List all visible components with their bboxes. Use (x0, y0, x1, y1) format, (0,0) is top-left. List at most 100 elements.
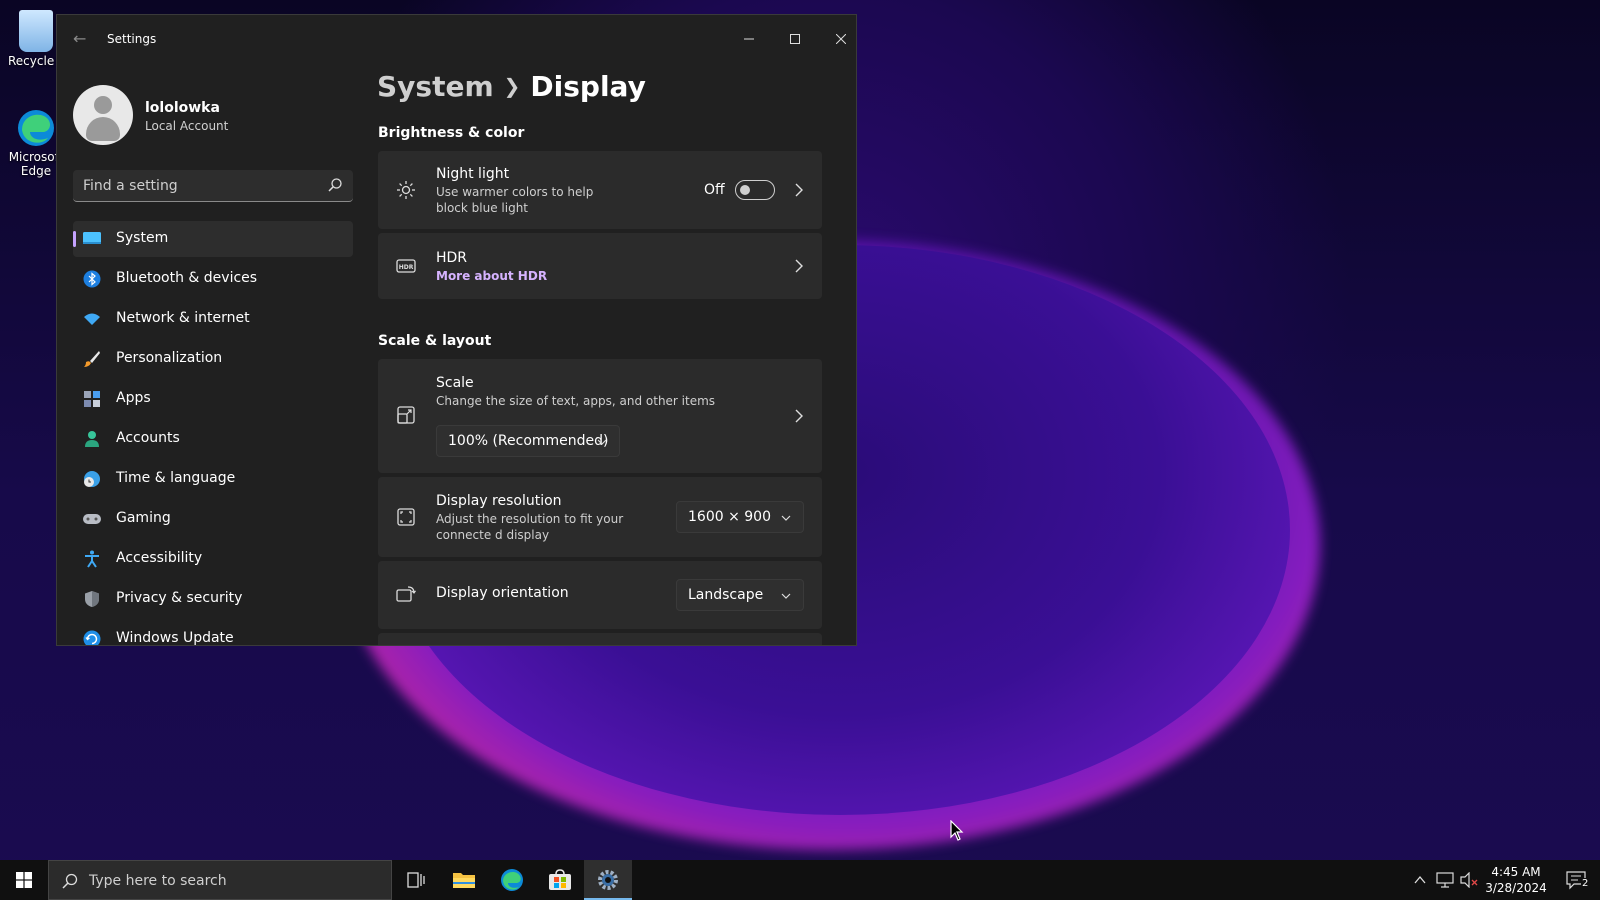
sidebar-item-bluetooth[interactable]: Bluetooth & devices (73, 261, 353, 297)
scale-dropdown-value: 100% (Recommended) (448, 433, 609, 449)
sidebar-nav: System Bluetooth & devices Network & int… (73, 221, 353, 646)
sidebar-item-network[interactable]: Network & internet (73, 301, 353, 337)
store-icon (549, 869, 571, 890)
start-button[interactable] (0, 860, 48, 900)
sidebar-item-label: Accounts (116, 430, 180, 446)
shield-icon (85, 591, 99, 607)
edge-taskbar-button[interactable] (488, 860, 536, 900)
profile-account-type: Local Account (145, 119, 229, 133)
chevron-right-icon[interactable] (794, 183, 804, 197)
section-heading-scale-layout: Scale & layout (378, 333, 492, 349)
folder-icon (453, 873, 475, 888)
settings-search[interactable] (73, 170, 353, 202)
store-button[interactable] (536, 860, 584, 900)
night-light-title: Night light (436, 166, 510, 182)
resolution-icon (397, 508, 415, 526)
night-light-state: Off (704, 182, 725, 198)
accessibility-icon (85, 550, 99, 568)
scale-description: Change the size of text, apps, and other… (436, 394, 716, 408)
close-icon (835, 33, 847, 45)
chevron-right-icon[interactable] (794, 259, 804, 273)
scale-dropdown[interactable]: 100% (Recommended) (436, 425, 620, 457)
night-light-toggle[interactable] (735, 180, 775, 200)
person-icon (85, 431, 99, 447)
monitor-icon (83, 232, 101, 244)
volume-muted-icon[interactable] (1460, 872, 1478, 888)
clock-date: 3/28/2024 (1485, 881, 1547, 895)
sidebar-item-label: Time & language (116, 470, 236, 486)
sidebar-item-accounts[interactable]: Accounts (73, 421, 353, 457)
back-arrow-icon[interactable]: ← (73, 29, 86, 48)
chevron-right-icon[interactable] (794, 409, 804, 423)
breadcrumb-parent[interactable]: System (377, 70, 494, 103)
chevron-down-icon (781, 593, 791, 599)
breadcrumb: System ❯ Display (377, 70, 646, 103)
chevron-up-icon[interactable] (1414, 875, 1426, 885)
display-resolution-card[interactable]: Display resolution Adjust the resolution… (378, 477, 822, 557)
sidebar-item-time-language[interactable]: Time & language (73, 461, 353, 497)
svg-text:HDR: HDR (399, 264, 414, 271)
globe-clock-icon (84, 471, 100, 487)
taskbar-search[interactable]: Type here to search (48, 860, 392, 900)
sidebar-item-label: Privacy & security (116, 590, 243, 606)
toggle-knob (740, 185, 750, 195)
orientation-dropdown-value: Landscape (688, 587, 764, 603)
orientation-dropdown[interactable]: Landscape (676, 579, 804, 611)
edge-icon (501, 869, 523, 891)
sidebar-item-system[interactable]: System (73, 221, 353, 257)
scale-icon (397, 406, 415, 424)
search-input[interactable] (73, 170, 313, 201)
sidebar-item-label: Personalization (116, 350, 223, 366)
clock[interactable]: 4:45 AM 3/28/2024 (1484, 864, 1548, 896)
sidebar-item-gaming[interactable]: Gaming (73, 501, 353, 537)
network-icon[interactable] (1436, 872, 1454, 888)
hdr-card[interactable]: HDR HDR More about HDR (378, 233, 822, 299)
sidebar-item-label: Windows Update (116, 630, 234, 646)
minimize-button[interactable] (726, 25, 772, 55)
avatar (73, 85, 133, 145)
night-light-description: Use warmer colors to help block blue lig… (436, 185, 594, 215)
sidebar-item-apps[interactable]: Apps (73, 381, 353, 417)
resolution-dropdown-value: 1600 × 900 (688, 509, 771, 525)
sidebar-item-label: Gaming (116, 510, 171, 526)
window-title: Settings (107, 32, 157, 46)
chevron-down-icon (597, 439, 607, 445)
resolution-dropdown[interactable]: 1600 × 900 (676, 501, 804, 533)
scale-card[interactable]: Scale Change the size of text, apps, and… (378, 359, 822, 473)
notification-count: 2 (1581, 878, 1590, 889)
file-explorer-button[interactable] (440, 860, 488, 900)
task-view-button[interactable] (392, 860, 440, 900)
settings-window: ← Settings lololowka Local Account Find … (56, 14, 857, 646)
sidebar-item-privacy[interactable]: Privacy & security (73, 581, 353, 617)
mouse-cursor-icon (950, 820, 964, 841)
sidebar-item-windows-update[interactable]: Windows Update (73, 621, 353, 646)
brush-icon (84, 351, 100, 367)
sidebar-item-label: Accessibility (116, 550, 203, 566)
main-content: System ❯ Display Brightness & color Night … (375, 63, 856, 645)
hdr-more-link[interactable]: More about HDR (436, 268, 666, 284)
taskbar: Type here to search 4:45 AM 3/28/2024 2 (0, 860, 1600, 900)
orientation-icon (396, 586, 416, 602)
maximize-button[interactable] (772, 25, 818, 55)
apps-icon (84, 391, 100, 407)
notification-center-button[interactable]: 2 (1564, 868, 1592, 892)
gamepad-icon (83, 514, 101, 524)
sidebar-item-accessibility[interactable]: Accessibility (73, 541, 353, 577)
night-light-card[interactable]: Night light Use warmer colors to help bl… (378, 151, 822, 229)
hdr-title: HDR (436, 250, 468, 266)
settings-taskbar-button[interactable] (584, 860, 632, 900)
sidebar-item-label: System (116, 230, 169, 246)
display-resolution-description: Adjust the resolution to fit your connec… (436, 512, 624, 542)
scale-title: Scale (436, 375, 474, 391)
close-button[interactable] (818, 25, 856, 55)
wifi-icon (84, 313, 100, 325)
sidebar-item-label: Apps (116, 390, 151, 406)
recycle-bin-icon (19, 10, 53, 52)
edge-icon (18, 110, 54, 146)
title-bar[interactable]: ← Settings (57, 15, 856, 63)
search-icon (328, 178, 342, 192)
display-orientation-card[interactable]: Display orientation Landscape (378, 561, 822, 629)
sidebar-item-personalization[interactable]: Personalization (73, 341, 353, 377)
next-card-partial (378, 633, 822, 645)
maximize-icon (790, 34, 800, 44)
